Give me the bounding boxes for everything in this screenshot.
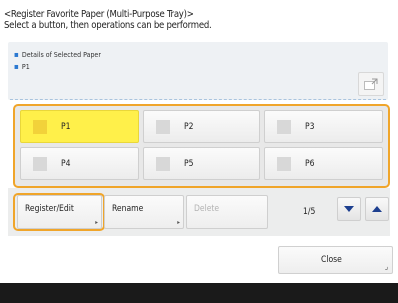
divider: [10, 99, 386, 100]
paper-swatch-icon: [33, 157, 47, 171]
paper-button-p5[interactable]: P5: [143, 147, 260, 180]
bullet-icon: ▪: [14, 62, 19, 71]
paper-swatch-icon: [156, 120, 170, 134]
page-down-button[interactable]: [337, 197, 361, 221]
paper-swatch-icon: [33, 120, 47, 134]
page-subtitle: Select a button, then operations can be …: [4, 20, 212, 31]
paper-button-p4[interactable]: P4: [20, 147, 139, 180]
paper-swatch-icon: [156, 157, 170, 171]
paper-button-p3[interactable]: P3: [264, 110, 383, 143]
details-panel: ▪ Details of Selected Paper ▪ P1: [8, 42, 388, 100]
zoom-expand-icon: [364, 78, 378, 90]
paper-button-p6[interactable]: P6: [264, 147, 383, 180]
details-heading: ▪ Details of Selected Paper: [14, 50, 101, 59]
paper-swatch-icon: [277, 157, 291, 171]
rename-button[interactable]: Rename ▸: [104, 195, 184, 229]
arrow-down-icon: [344, 206, 354, 212]
page-up-button[interactable]: [365, 197, 389, 221]
status-bar: [0, 283, 398, 303]
bullet-icon: ▪: [14, 50, 19, 59]
arrow-up-icon: [372, 206, 382, 212]
corner-indicator-icon: ▸: [177, 219, 180, 226]
register-edit-highlight: [13, 193, 105, 231]
zoom-expand-button[interactable]: [358, 72, 384, 96]
corner-indicator-icon: ⌟: [384, 262, 388, 271]
page-indicator: 1/5: [303, 207, 316, 217]
paper-button-p2[interactable]: P2: [143, 110, 260, 143]
paper-button-grid: P1 P2 P3 P4 P5 P6: [13, 104, 390, 188]
paper-swatch-icon: [277, 120, 291, 134]
close-button[interactable]: Close ⌟: [278, 246, 393, 274]
header: <Register Favorite Paper (Multi-Purpose …: [4, 9, 212, 31]
delete-button[interactable]: Delete: [186, 195, 268, 229]
details-value: ▪ P1: [14, 62, 30, 71]
paper-button-p1[interactable]: P1: [20, 110, 139, 143]
page-title: <Register Favorite Paper (Multi-Purpose …: [4, 9, 194, 20]
